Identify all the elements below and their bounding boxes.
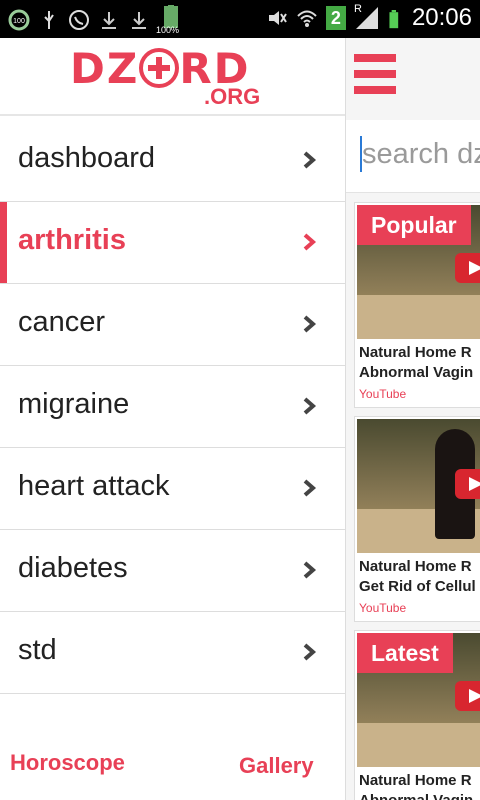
battery-icon: 100%	[156, 5, 184, 35]
active-indicator	[0, 202, 7, 283]
menu-item-label: arthritis	[18, 224, 126, 256]
menu-item-label: dashboard	[18, 142, 156, 174]
youtube-play-icon[interactable]	[455, 469, 480, 499]
menu-item-heart-attack[interactable]: heart attack	[0, 448, 345, 530]
video-card[interactable]: Latest Natural Home R Abnormal Vagin	[354, 630, 480, 800]
svg-text:100: 100	[13, 18, 25, 25]
signal-icon: R	[353, 3, 380, 31]
video-title-line: Abnormal Vagin	[359, 364, 474, 381]
menu-item-label: heart attack	[18, 470, 170, 502]
video-title-line: Get Rid of Cellul	[359, 578, 476, 595]
logo-text-start: DZ	[70, 44, 140, 93]
menu-item-label: migraine	[18, 388, 130, 420]
video-title: Natural Home R Abnormal Vagin	[359, 343, 473, 383]
video-card[interactable]: Popular Natural Home R Abnormal Vagin You…	[354, 202, 480, 408]
video-card[interactable]: Natural Home R Get Rid of Cellul YouTube	[354, 416, 480, 622]
menu-item-arthritis[interactable]: arthritis	[0, 202, 345, 284]
navigation-drawer: DZ RD .ORG dashboard arthritis cancer mig…	[0, 38, 346, 800]
mute-icon	[268, 11, 287, 25]
chevron-right-icon	[303, 233, 317, 251]
horoscope-link[interactable]: Horoscope	[10, 750, 125, 776]
whatsapp-icon	[69, 10, 89, 30]
usb-icon	[44, 11, 54, 29]
gallery-link[interactable]: Gallery	[239, 753, 314, 779]
search-input[interactable]: search dz	[362, 138, 480, 171]
menu-item-label: std	[18, 634, 57, 666]
video-title-line: Natural Home R	[359, 772, 472, 789]
battery-icon	[389, 10, 399, 29]
chevron-right-icon	[303, 561, 317, 579]
menu-item-diabetes[interactable]: diabetes	[0, 530, 345, 612]
clock: 20:06	[411, 4, 472, 31]
menu-icon[interactable]	[354, 54, 396, 96]
download-icon	[102, 12, 116, 29]
video-source: YouTube	[359, 387, 407, 401]
video-source: YouTube	[359, 601, 407, 615]
latest-badge: Latest	[357, 633, 453, 673]
search-box[interactable]: search dz	[346, 120, 480, 193]
menu-item-migraine[interactable]: migraine	[0, 366, 345, 448]
video-title: Natural Home R Get Rid of Cellul	[359, 557, 476, 597]
chevron-right-icon	[303, 315, 317, 333]
roaming-indicator: R	[353, 3, 362, 15]
menu-item-label: diabetes	[18, 552, 128, 584]
wifi-icon	[297, 10, 317, 27]
menu-item-std[interactable]: std	[0, 612, 345, 694]
battery-percent: 100%	[156, 25, 180, 35]
sim-2-icon: 2	[325, 6, 346, 30]
menu-item-dashboard[interactable]: dashboard	[0, 120, 345, 202]
battery-saver-icon: 100	[8, 9, 30, 31]
logo[interactable]: DZ RD .ORG	[0, 38, 345, 116]
main-content: search dz Popular Natural Home R Abnormal…	[346, 38, 480, 800]
video-title-line: Natural Home R	[359, 558, 472, 575]
drawer-menu: dashboard arthritis cancer migraine hear…	[0, 120, 345, 694]
chevron-right-icon	[303, 643, 317, 661]
youtube-play-icon[interactable]	[455, 253, 480, 283]
chevron-right-icon	[303, 151, 317, 169]
chevron-right-icon	[303, 397, 317, 415]
video-title-line: Abnormal Vagin	[359, 792, 473, 800]
video-title: Natural Home R Abnormal Vagin	[359, 771, 473, 800]
popular-badge: Popular	[357, 205, 471, 245]
chevron-right-icon	[303, 479, 317, 497]
youtube-play-icon[interactable]	[455, 681, 480, 711]
status-bar: 100 100% 2 R 20:06	[0, 0, 480, 38]
medical-cross-icon	[139, 47, 180, 88]
menu-item-label: cancer	[18, 306, 106, 338]
menu-item-cancer[interactable]: cancer	[0, 284, 345, 366]
video-title-line: Natural Home R	[359, 344, 472, 361]
download-icon	[132, 12, 146, 29]
logo-suffix: .ORG	[204, 84, 261, 109]
